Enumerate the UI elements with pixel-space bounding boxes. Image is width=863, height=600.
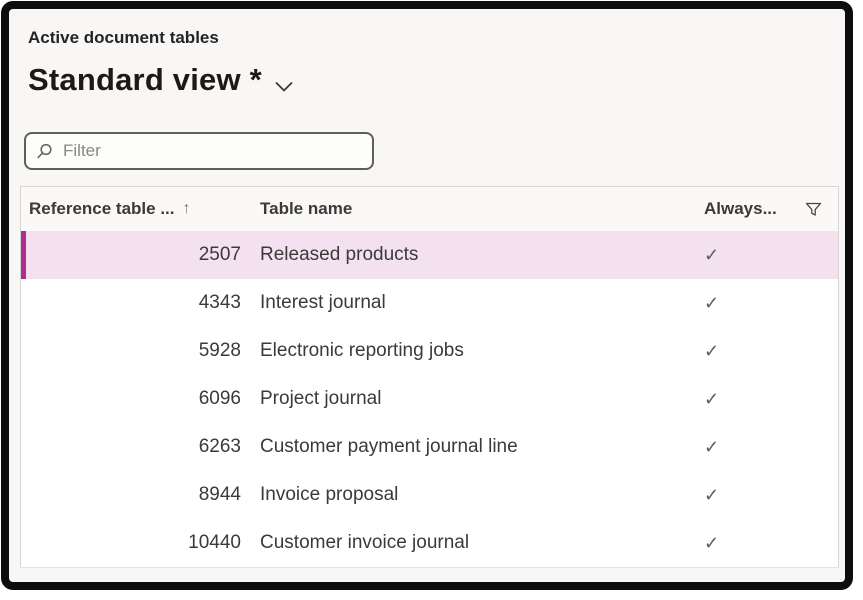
column-header-label: Table name: [260, 199, 352, 218]
grid-header-row: Reference table ... ↑ Table name Always.…: [21, 187, 838, 231]
cell-table-name: Invoice proposal: [249, 484, 698, 506]
view-selector[interactable]: Standard view *: [28, 58, 294, 102]
column-header-table-name[interactable]: Table name: [249, 199, 698, 219]
cell-table-name: Project journal: [249, 388, 698, 410]
cell-table-name: Electronic reporting jobs: [249, 340, 698, 362]
sort-ascending-icon: ↑: [183, 200, 191, 218]
table-row[interactable]: 10440 Customer invoice journal ✓: [21, 519, 838, 567]
cell-table-name: Customer payment journal line: [249, 436, 698, 458]
always-checkmark-icon: ✓: [698, 533, 838, 554]
cell-reference-table-id: 10440: [21, 532, 249, 554]
cell-table-name: Customer invoice journal: [249, 532, 698, 554]
filter-funnel-icon[interactable]: [805, 202, 822, 217]
always-checkmark-icon: ✓: [698, 389, 838, 410]
column-header-always[interactable]: Always...: [698, 199, 838, 219]
table-row[interactable]: 5928 Electronic reporting jobs ✓: [21, 327, 838, 375]
screenshot-frame: Active document tables Standard view * R…: [1, 1, 853, 590]
always-checkmark-icon: ✓: [698, 341, 838, 362]
cell-reference-table-id: 4343: [21, 292, 249, 314]
table-row[interactable]: 4343 Interest journal ✓: [21, 279, 838, 327]
cell-reference-table-id: 6263: [21, 436, 249, 458]
column-header-label: Reference table ...: [29, 199, 175, 219]
always-checkmark-icon: ✓: [698, 293, 838, 314]
view-title: Standard view *: [28, 62, 262, 98]
table-row[interactable]: 6263 Customer payment journal line ✓: [21, 423, 838, 471]
filter-input[interactable]: [61, 140, 363, 162]
page-caption: Active document tables: [28, 28, 845, 48]
table-row[interactable]: 6096 Project journal ✓: [21, 375, 838, 423]
grid-body: 2507 Released products ✓ 4343 Interest j…: [21, 231, 838, 567]
cell-reference-table-id: 5928: [21, 340, 249, 362]
cell-table-name: Released products: [249, 244, 698, 266]
active-document-tables-grid: Reference table ... ↑ Table name Always.…: [20, 186, 839, 568]
always-checkmark-icon: ✓: [698, 485, 838, 506]
table-row[interactable]: 8944 Invoice proposal ✓: [21, 471, 838, 519]
column-header-reference-table[interactable]: Reference table ... ↑: [21, 199, 249, 219]
cell-reference-table-id: 2507: [21, 244, 249, 266]
always-checkmark-icon: ✓: [698, 437, 838, 458]
chevron-down-icon: [274, 80, 294, 93]
cell-reference-table-id: 8944: [21, 484, 249, 506]
always-checkmark-icon: ✓: [698, 245, 838, 266]
selected-row-accent-bar: [21, 231, 26, 279]
search-icon: [35, 142, 54, 161]
column-header-label: Always...: [704, 199, 777, 219]
cell-table-name: Interest journal: [249, 292, 698, 314]
table-row[interactable]: 2507 Released products ✓: [21, 231, 838, 279]
filter-field: [24, 132, 374, 170]
cell-reference-table-id: 6096: [21, 388, 249, 410]
